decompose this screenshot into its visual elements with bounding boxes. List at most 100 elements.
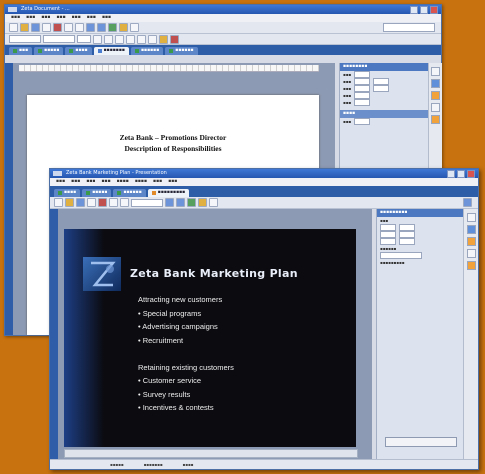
gallery-icon[interactable] — [466, 237, 476, 246]
panel-field[interactable] — [380, 231, 396, 238]
tab-6[interactable]: ▪▪▪▪▪▪ — [165, 47, 198, 55]
tab-4[interactable]: ▪▪▪▪▪▪▪▪▪ — [147, 189, 190, 197]
maximize-button[interactable] — [420, 6, 428, 14]
styles-icon[interactable] — [466, 225, 476, 234]
redo-icon[interactable] — [176, 198, 185, 207]
menu-item[interactable]: ▪▪▪ — [71, 178, 80, 186]
help-icon[interactable] — [463, 198, 472, 207]
property-field[interactable] — [354, 92, 371, 99]
tab-2[interactable]: ▪▪▪▪▪ — [82, 189, 112, 197]
menu-item[interactable]: ▪▪▪ — [26, 14, 35, 22]
close-button[interactable] — [467, 170, 475, 178]
cut-icon[interactable] — [98, 198, 107, 207]
property-field[interactable] — [354, 78, 371, 85]
minimize-button[interactable] — [447, 170, 455, 178]
size-select[interactable] — [77, 35, 91, 43]
tab-5[interactable]: ▪▪▪▪▪▪ — [130, 47, 164, 55]
tab-3[interactable]: ▪▪▪▪ — [65, 47, 92, 55]
menu-item[interactable]: ▪▪▪▪ — [135, 178, 147, 186]
paste-icon[interactable] — [120, 198, 129, 207]
menu-item[interactable]: ▪▪▪ — [56, 178, 65, 186]
underline-icon[interactable] — [115, 34, 124, 44]
bold-icon[interactable] — [93, 34, 102, 44]
menu-item[interactable]: ▪▪▪ — [153, 178, 162, 186]
panel-field[interactable] — [380, 252, 422, 259]
style-select[interactable] — [9, 35, 41, 43]
font-select[interactable] — [43, 35, 75, 43]
highlight-icon[interactable] — [159, 34, 168, 44]
property-field[interactable] — [373, 85, 390, 92]
table-icon[interactable] — [198, 198, 207, 207]
property-field[interactable] — [373, 78, 390, 85]
new-icon[interactable] — [54, 198, 63, 207]
maximize-button[interactable] — [457, 170, 465, 178]
menu-item[interactable]: ▪▪▪ — [101, 178, 110, 186]
menu-item[interactable]: ▪▪▪ — [102, 14, 111, 22]
panel-field[interactable] — [380, 238, 396, 245]
tab-2[interactable]: ▪▪▪▪▪ — [34, 47, 64, 55]
menu-item[interactable]: ▪▪▪ — [87, 14, 96, 22]
copy-icon[interactable] — [64, 23, 73, 32]
redo-icon[interactable] — [97, 23, 106, 32]
panel-field[interactable] — [399, 224, 415, 231]
panel-field[interactable] — [399, 238, 415, 245]
minimize-button[interactable] — [410, 6, 418, 14]
new-icon[interactable] — [9, 23, 18, 32]
navigator-icon[interactable] — [466, 213, 476, 222]
cut-icon[interactable] — [53, 23, 62, 32]
tab-4[interactable]: ▪▪▪▪▪▪▪ — [93, 47, 129, 55]
property-field[interactable] — [354, 71, 371, 78]
align-center-icon[interactable] — [137, 34, 146, 44]
panel-action-button[interactable] — [385, 437, 457, 447]
slide-workspace[interactable]: Zeta Bank Marketing Plan Attracting new … — [50, 209, 372, 459]
functions-icon[interactable] — [431, 115, 440, 124]
font-select[interactable] — [131, 198, 163, 207]
open-icon[interactable] — [20, 23, 29, 32]
open-icon[interactable] — [65, 198, 74, 207]
properties-icon[interactable] — [466, 249, 476, 258]
chart-icon[interactable] — [187, 198, 196, 207]
menu-item[interactable]: ▪▪▪▪ — [117, 178, 129, 186]
menu-item[interactable]: ▪▪▪ — [86, 178, 95, 186]
property-field[interactable] — [354, 85, 371, 92]
panel-field[interactable] — [399, 231, 415, 238]
slide[interactable]: Zeta Bank Marketing Plan Attracting new … — [64, 229, 356, 447]
italic-icon[interactable] — [104, 34, 113, 44]
print-icon[interactable] — [42, 23, 51, 32]
chart-icon[interactable] — [108, 23, 117, 32]
save-icon[interactable] — [31, 23, 40, 32]
menu-item[interactable]: ▪▪▪ — [11, 14, 20, 22]
paste-icon[interactable] — [75, 23, 84, 32]
document-window-titlebar[interactable]: Zeta Document - ... — [5, 5, 441, 14]
styles-icon[interactable] — [431, 79, 440, 88]
tab-1[interactable]: ▪▪▪▪ — [54, 189, 81, 197]
menu-item[interactable]: ▪▪▪ — [168, 178, 177, 186]
horizontal-scrollbar[interactable] — [64, 449, 358, 458]
menu-item[interactable]: ▪▪▪ — [72, 14, 81, 22]
functions-icon[interactable] — [466, 261, 476, 270]
image-icon[interactable] — [130, 23, 139, 32]
tab-1[interactable]: ▪▪▪ — [9, 47, 33, 55]
panel-field[interactable] — [380, 224, 396, 231]
menu-item[interactable]: ▪▪▪ — [41, 14, 50, 22]
copy-icon[interactable] — [109, 198, 118, 207]
search-input[interactable] — [383, 23, 435, 32]
undo-icon[interactable] — [86, 23, 95, 32]
properties-panel-section[interactable]: ▪▪▪▪ — [340, 110, 428, 118]
tab-3[interactable]: ▪▪▪▪▪▪ — [113, 189, 146, 197]
print-icon[interactable] — [87, 198, 96, 207]
table-icon[interactable] — [119, 23, 128, 32]
properties-icon[interactable] — [431, 103, 440, 112]
undo-icon[interactable] — [165, 198, 174, 207]
align-right-icon[interactable] — [148, 34, 157, 44]
font-color-icon[interactable] — [170, 34, 179, 44]
gallery-icon[interactable] — [431, 91, 440, 100]
property-field[interactable] — [354, 118, 371, 125]
image-icon[interactable] — [209, 198, 218, 207]
navigator-icon[interactable] — [431, 67, 440, 76]
align-left-icon[interactable] — [126, 34, 135, 44]
save-icon[interactable] — [76, 198, 85, 207]
close-button[interactable] — [430, 6, 438, 14]
menu-item[interactable]: ▪▪▪ — [56, 14, 65, 22]
presentation-window-titlebar[interactable]: Zeta Bank Marketing Plan - Presentation — [50, 169, 478, 178]
